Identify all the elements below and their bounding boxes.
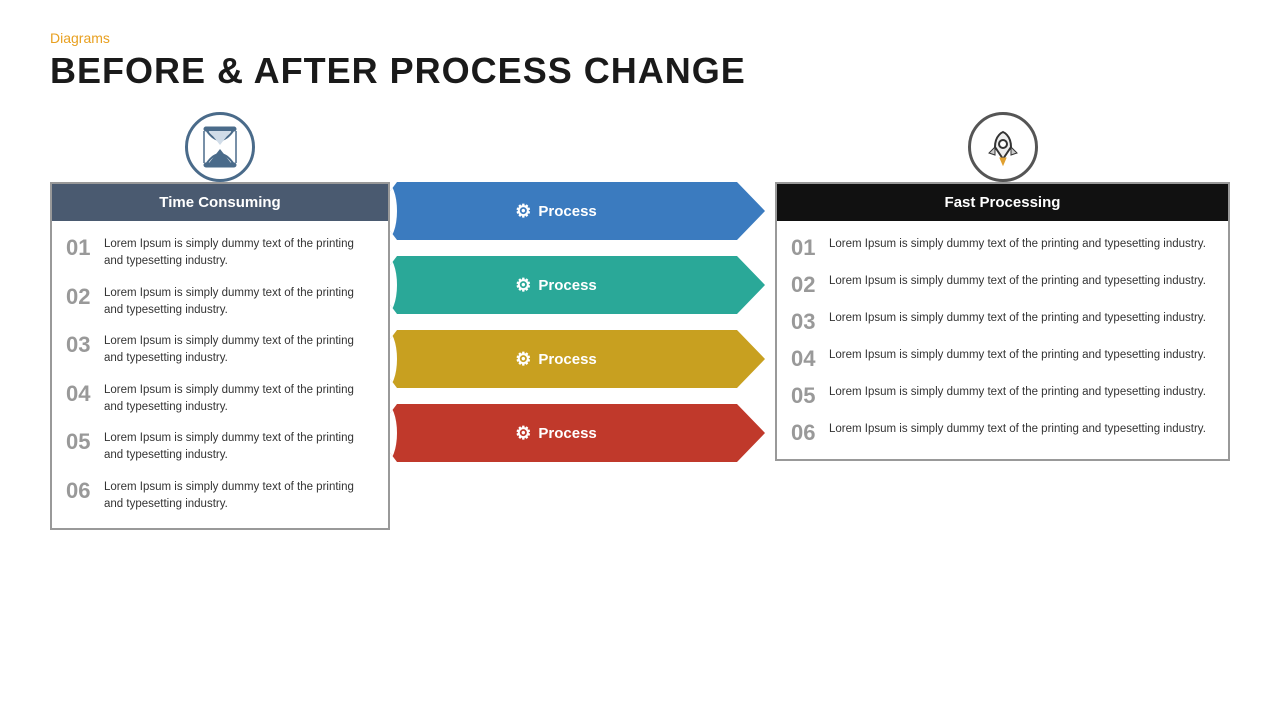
- item-number: 02: [791, 274, 829, 296]
- item-number: 03: [66, 334, 104, 356]
- left-box: Time Consuming 01 Lorem Ipsum is simply …: [50, 182, 390, 530]
- item-number: 06: [66, 480, 104, 502]
- left-list-item: 03 Lorem Ipsum is simply dummy text of t…: [66, 326, 374, 375]
- item-text: Lorem Ipsum is simply dummy text of the …: [104, 333, 374, 368]
- item-text: Lorem Ipsum is simply dummy text of the …: [104, 382, 374, 417]
- right-list-item: 06 Lorem Ipsum is simply dummy text of t…: [791, 414, 1214, 451]
- left-list-item: 01 Lorem Ipsum is simply dummy text of t…: [66, 229, 374, 278]
- category-label: Diagrams: [50, 30, 1230, 46]
- process-arrow-1: ⚙Process: [375, 182, 765, 240]
- item-text: Lorem Ipsum is simply dummy text of the …: [829, 310, 1206, 327]
- main-title: BEFORE & AFTER PROCESS CHANGE: [50, 50, 1230, 92]
- item-number: 04: [66, 383, 104, 405]
- left-list-item: 06 Lorem Ipsum is simply dummy text of t…: [66, 472, 374, 521]
- right-section: Fast Processing 01 Lorem Ipsum is simply…: [775, 112, 1230, 461]
- page: Diagrams BEFORE & AFTER PROCESS CHANGE: [0, 0, 1280, 720]
- item-text: Lorem Ipsum is simply dummy text of the …: [829, 421, 1206, 438]
- item-text: Lorem Ipsum is simply dummy text of the …: [104, 479, 374, 514]
- right-list-item: 04 Lorem Ipsum is simply dummy text of t…: [791, 340, 1214, 377]
- left-list-item: 02 Lorem Ipsum is simply dummy text of t…: [66, 278, 374, 327]
- item-text: Lorem Ipsum is simply dummy text of the …: [104, 285, 374, 320]
- rocket-icon: [968, 112, 1038, 182]
- item-text: Lorem Ipsum is simply dummy text of the …: [829, 236, 1206, 253]
- item-text: Lorem Ipsum is simply dummy text of the …: [829, 384, 1206, 401]
- right-header: Fast Processing: [777, 184, 1228, 221]
- item-number: 05: [791, 385, 829, 407]
- left-header: Time Consuming: [52, 184, 388, 221]
- item-number: 05: [66, 431, 104, 453]
- process-label: ⚙Process: [515, 349, 597, 370]
- item-number: 01: [66, 237, 104, 259]
- process-label: ⚙Process: [515, 423, 597, 444]
- process-label: ⚙Process: [515, 201, 597, 222]
- right-list-item: 01 Lorem Ipsum is simply dummy text of t…: [791, 229, 1214, 266]
- item-number: 03: [791, 311, 829, 333]
- right-items: 01 Lorem Ipsum is simply dummy text of t…: [777, 221, 1228, 459]
- middle-section: ⚙Process ⚙Process ⚙Process ⚙Process: [375, 182, 765, 462]
- hourglass-icon: [185, 112, 255, 182]
- left-items: 01 Lorem Ipsum is simply dummy text of t…: [52, 221, 388, 528]
- left-list-item: 04 Lorem Ipsum is simply dummy text of t…: [66, 375, 374, 424]
- item-number: 06: [791, 422, 829, 444]
- process-label: ⚙Process: [515, 275, 597, 296]
- diagram-area: Time Consuming 01 Lorem Ipsum is simply …: [50, 112, 1230, 530]
- right-list-item: 05 Lorem Ipsum is simply dummy text of t…: [791, 377, 1214, 414]
- right-list-item: 03 Lorem Ipsum is simply dummy text of t…: [791, 303, 1214, 340]
- right-list-item: 02 Lorem Ipsum is simply dummy text of t…: [791, 266, 1214, 303]
- item-number: 01: [791, 237, 829, 259]
- process-arrow-4: ⚙Process: [375, 404, 765, 462]
- left-section: Time Consuming 01 Lorem Ipsum is simply …: [50, 112, 390, 530]
- rocket-icon-wrap: [775, 112, 1230, 182]
- right-box: Fast Processing 01 Lorem Ipsum is simply…: [775, 182, 1230, 461]
- item-text: Lorem Ipsum is simply dummy text of the …: [829, 347, 1206, 364]
- item-number: 02: [66, 286, 104, 308]
- process-arrow-2: ⚙Process: [375, 256, 765, 314]
- item-text: Lorem Ipsum is simply dummy text of the …: [829, 273, 1206, 290]
- item-number: 04: [791, 348, 829, 370]
- item-text: Lorem Ipsum is simply dummy text of the …: [104, 236, 374, 271]
- left-list-item: 05 Lorem Ipsum is simply dummy text of t…: [66, 423, 374, 472]
- hourglass-icon-wrap: [50, 112, 390, 182]
- item-text: Lorem Ipsum is simply dummy text of the …: [104, 430, 374, 465]
- process-arrow-3: ⚙Process: [375, 330, 765, 388]
